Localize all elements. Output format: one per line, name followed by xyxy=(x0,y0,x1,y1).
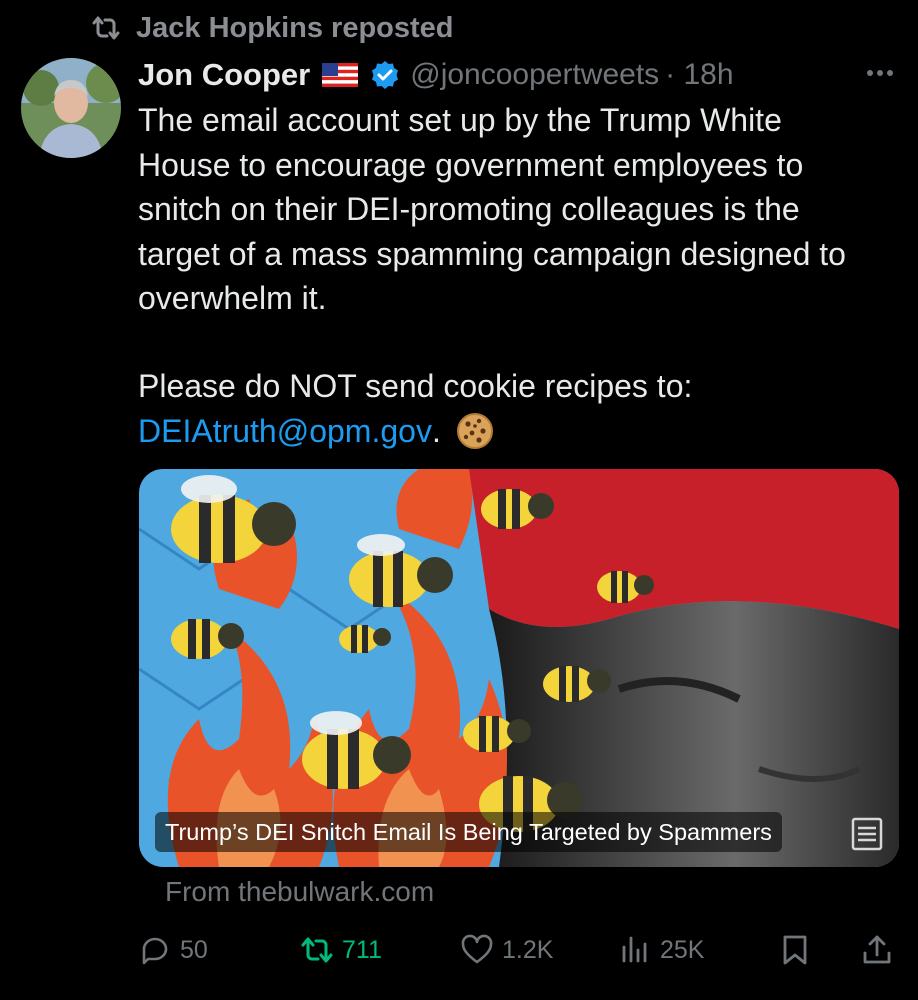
author-handle[interactable]: @joncoopertweets xyxy=(410,58,659,92)
card-image xyxy=(139,469,899,867)
tweet-email-line: DEIAtruth@opm.gov . xyxy=(138,409,495,454)
card-caption[interactable]: Trump’s DEI Snitch Email Is Being Target… xyxy=(155,812,782,852)
email-link[interactable]: DEIAtruth@opm.gov xyxy=(138,409,432,454)
heart-icon xyxy=(461,934,493,964)
like-count: 1.2K xyxy=(502,935,554,964)
tweet-header: Jon Cooper @joncoopertweets · 18h xyxy=(138,52,734,98)
like-button[interactable]: 1.2K xyxy=(460,922,553,978)
us-flag-icon xyxy=(322,63,359,87)
post-time[interactable]: · 18h xyxy=(665,58,733,92)
repost-label[interactable]: Jack Hopkins reposted xyxy=(136,12,454,45)
link-card[interactable]: Trump’s DEI Snitch Email Is Being Target… xyxy=(139,469,899,867)
reply-button[interactable]: 50 xyxy=(138,922,208,978)
author-name[interactable]: Jon Cooper xyxy=(138,57,310,93)
share-button[interactable] xyxy=(860,922,894,978)
bookmark-button[interactable] xyxy=(778,922,812,978)
more-options-icon[interactable] xyxy=(862,58,898,88)
view-count: 25K xyxy=(660,935,705,964)
avatar[interactable] xyxy=(21,58,121,158)
reply-icon xyxy=(142,937,168,965)
verified-badge-icon[interactable] xyxy=(370,60,400,90)
repost-active-icon xyxy=(301,937,333,963)
repost-icon xyxy=(92,16,120,40)
reply-count: 50 xyxy=(180,935,208,964)
bookmark-icon xyxy=(783,935,807,965)
views-button[interactable]: 25K xyxy=(618,922,704,978)
action-bar: 50 711 1.2K 25K xyxy=(0,922,918,978)
article-icon xyxy=(851,817,883,851)
email-suffix: . xyxy=(431,413,441,449)
analytics-icon xyxy=(622,936,647,963)
tweet-text-second: Please do NOT send cookie recipes to: xyxy=(138,368,693,404)
share-icon xyxy=(863,935,891,964)
cookie-emoji-icon xyxy=(456,413,493,450)
repost-count: 711 xyxy=(342,935,382,964)
repost-context[interactable]: Jack Hopkins reposted xyxy=(90,8,454,48)
tweet-text: The email account set up by the Trump Wh… xyxy=(138,102,846,316)
card-source[interactable]: From thebulwark.com xyxy=(165,876,434,908)
repost-button[interactable]: 711 xyxy=(300,922,382,978)
